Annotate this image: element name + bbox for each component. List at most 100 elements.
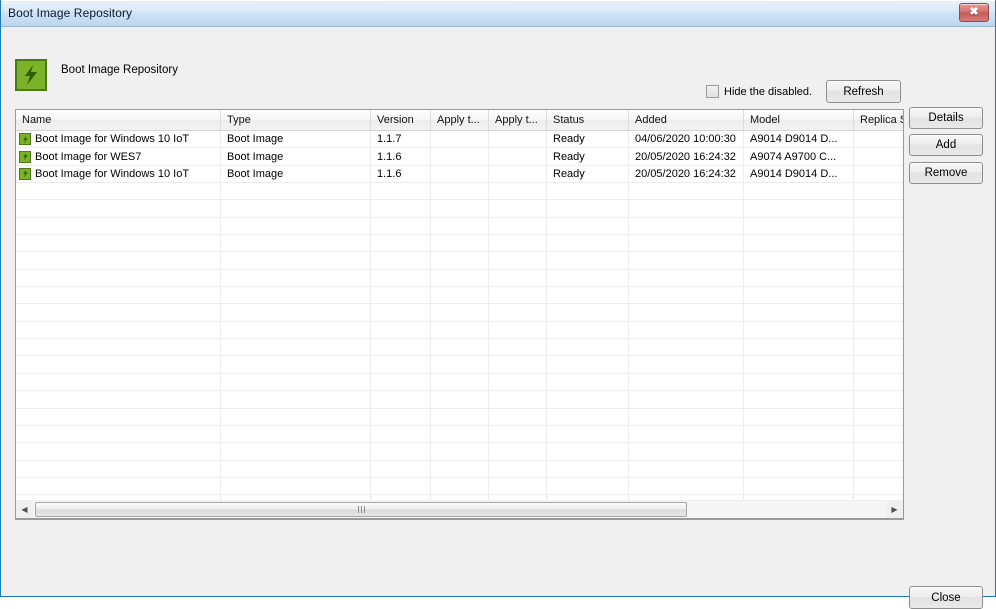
cell-version: 1.1.6 [371,148,431,165]
cell-empty [547,408,629,425]
cell-added: 20/05/2020 16:24:32 [629,165,744,183]
close-icon[interactable]: ✖ [959,3,989,22]
cell-empty [629,269,744,287]
cell-empty [16,408,221,425]
table-row[interactable]: Boot Image for Windows 10 IoT Boot Image 1… [16,131,903,149]
table-row-empty[interactable] [16,391,903,409]
cell-empty [547,269,629,287]
horizontal-scrollbar[interactable]: ◀ ▶ [15,500,904,519]
cell-empty [16,373,221,391]
table-row-empty[interactable] [16,408,903,426]
cell-empty [16,252,221,269]
cell-empty [854,374,903,390]
column-header-status[interactable]: Status [547,110,629,130]
cell-empty [744,252,854,269]
column-header-type[interactable]: Type [221,110,371,130]
scrollbar-thumb[interactable] [35,501,687,517]
cell-empty [629,252,744,269]
scrollbar-track[interactable] [33,500,886,518]
table-row-empty[interactable] [16,252,903,270]
column-header-name[interactable]: Name [16,110,221,130]
cell-empty [371,217,431,235]
cell-empty [744,287,854,304]
cell-empty [547,287,629,304]
cell-version: 1.1.6 [371,165,431,183]
cell-empty [489,321,547,339]
table-row-empty[interactable] [16,304,903,322]
cell-empty [221,339,371,356]
table-row-empty[interactable] [16,373,903,392]
cell-empty [431,477,489,495]
cell-empty [629,287,744,304]
column-header-apply-to-1[interactable]: Apply t... [431,110,489,130]
cell-empty [629,460,744,477]
hide-disabled-label: Hide the disabled. [724,85,813,98]
boot-image-table[interactable]: Name Type Version Apply t... Apply t... … [15,109,904,520]
cell-name: Boot Image for WES7 [16,148,221,165]
cell-empty [629,373,744,391]
cell-empty [489,304,547,321]
table-row-empty[interactable] [16,183,903,201]
add-button[interactable]: Add [909,134,983,156]
close-button[interactable]: Close [909,586,983,609]
cell-empty [489,235,547,252]
table-row-empty[interactable] [16,339,903,357]
lightning-bolt-icon [19,167,31,180]
table-row-empty[interactable] [16,200,903,218]
cell-empty [221,252,371,269]
table-row[interactable]: Boot Image for Windows 10 IoT Boot Image 1… [16,165,903,184]
boot-image-repository-window: Boot Image Repository ✖ Boot Image Repos… [0,0,996,609]
details-button[interactable]: Details [909,107,983,129]
scroll-left-arrow-icon[interactable]: ◀ [16,501,33,518]
cell-empty [854,391,903,407]
cell-empty [371,408,431,425]
cell-empty [431,443,489,460]
cell-empty [371,269,431,287]
table-row[interactable]: Boot Image for WES7 Boot Image 1.1.6 Ready 2… [16,148,903,166]
column-header-added[interactable]: Added [629,110,744,130]
table-row-empty[interactable] [16,217,903,236]
cell-apply-to-1 [431,165,489,183]
cell-empty [489,217,547,235]
cell-empty [16,339,221,356]
row-name-label: Boot Image for Windows 10 IoT [35,167,190,180]
hide-disabled-checkbox-group[interactable]: Hide the disabled. [706,85,812,98]
cell-empty [221,321,371,339]
table-row-empty[interactable] [16,287,903,305]
cell-empty [489,477,547,495]
cell-empty [371,235,431,252]
table-row-empty[interactable] [16,235,903,253]
cell-empty [547,321,629,339]
cell-empty [16,287,221,304]
table-row-empty[interactable] [16,477,903,496]
cell-empty [489,252,547,269]
cell-status: Ready [547,165,629,183]
cell-empty [629,356,744,373]
cell-empty [221,217,371,235]
hide-disabled-checkbox[interactable] [706,85,719,98]
cell-empty [371,252,431,269]
remove-button[interactable]: Remove [909,162,983,184]
cell-empty [547,425,629,443]
cell-empty [854,200,903,216]
cell-empty [371,460,431,477]
cell-empty [744,217,854,235]
cell-empty [16,425,221,443]
table-row-empty[interactable] [16,356,903,374]
refresh-button[interactable]: Refresh [826,80,901,103]
cell-empty [371,200,431,217]
column-header-apply-to-2[interactable]: Apply t... [489,110,547,130]
dialog-body: Boot Image Repository Hide the disabled.… [1,27,995,609]
cell-type: Boot Image [221,148,371,165]
column-header-version[interactable]: Version [371,110,431,130]
table-row-empty[interactable] [16,321,903,340]
cell-empty [16,356,221,373]
table-row-empty[interactable] [16,425,903,444]
cell-empty [854,356,903,372]
column-header-replica-status[interactable]: Replica St [854,110,903,130]
table-row-empty[interactable] [16,269,903,288]
table-row-empty[interactable] [16,443,903,461]
table-row-empty[interactable] [16,460,903,478]
column-header-model[interactable]: Model [744,110,854,130]
scroll-right-arrow-icon[interactable]: ▶ [886,501,903,518]
